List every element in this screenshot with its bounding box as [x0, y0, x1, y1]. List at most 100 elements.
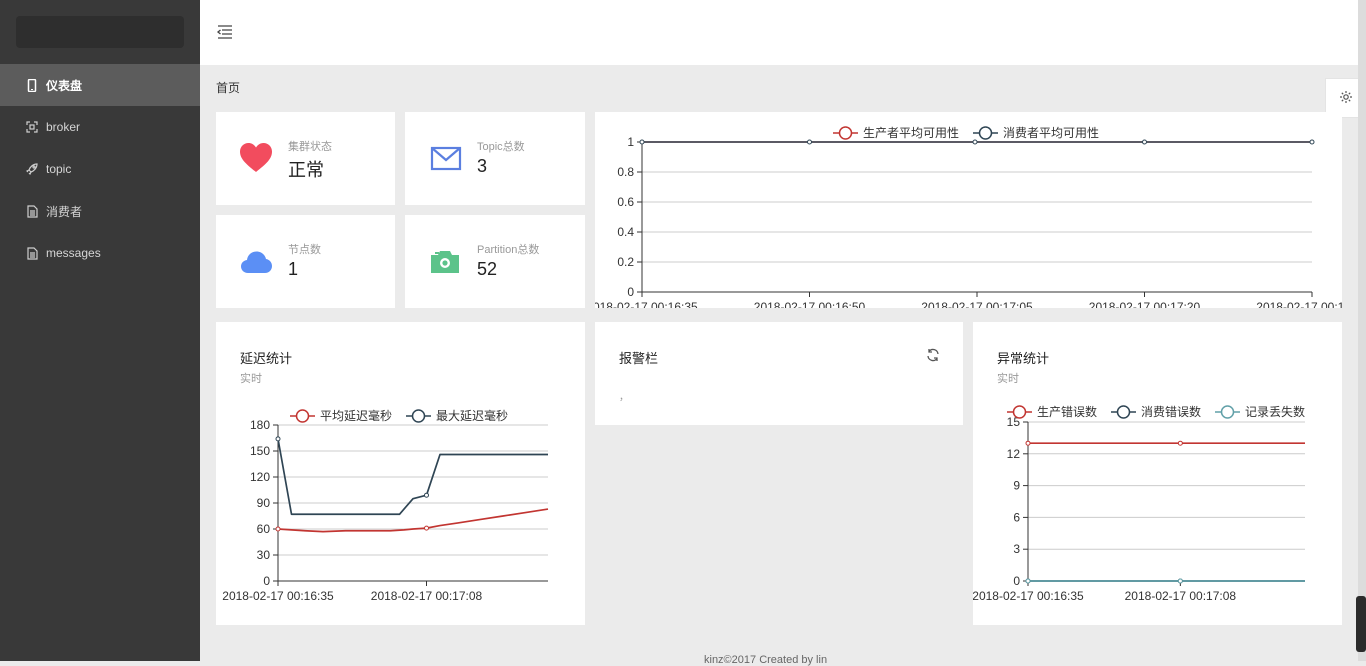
legend-marker — [1012, 405, 1027, 419]
legend-label: 记录丢失数 — [1245, 404, 1305, 419]
sidebar-item-label: 仪表盘 — [46, 78, 83, 93]
scrollbar-thumb[interactable] — [1356, 596, 1366, 652]
logo — [16, 16, 184, 48]
stat-value: 3 — [477, 156, 488, 176]
stat-label: 集群状态 — [288, 141, 332, 153]
delay-chart-card: 延迟统计 实时 0 30 60 90 120 150 180 2018-02-17 00:16… — [216, 322, 585, 625]
x-tick-label: 2018-02-17 00:17:35 — [1256, 300, 1342, 308]
sidebar-item-label: 消费者 — [46, 204, 83, 219]
alert-content: ， — [619, 392, 629, 403]
data-point — [807, 139, 812, 145]
legend-label: 生产者平均可用性 — [863, 126, 959, 140]
legend-marker — [411, 409, 426, 423]
sidebar-item-messages[interactable]: messages — [0, 232, 200, 274]
data-point — [1177, 440, 1183, 446]
stat-label: Partition总数 — [477, 244, 540, 256]
delay-chart: 0 30 60 90 120 150 180 2018-02-17 00:16:35 2018-… — [222, 408, 549, 603]
card-title: 报警栏 — [619, 351, 659, 366]
camera-icon — [427, 243, 463, 279]
x-tick-label: 2018-02-17 00:16:50 — [754, 300, 866, 308]
legend-label: 消费者平均可用性 — [1003, 126, 1099, 140]
y-tick-label: 0.2 — [617, 255, 634, 269]
alert-card: 报警栏 ， — [595, 322, 963, 425]
x-tick-label: 2018-02-17 00:16:35 — [595, 300, 698, 308]
errors-chart: 036912152018-02-17 00:16:35 2018-02-17 00… — [973, 404, 1305, 603]
refresh-icon[interactable] — [926, 348, 940, 365]
y-tick-label: 30 — [257, 548, 271, 562]
x-tick-label: 2018-02-17 00:17:05 — [921, 300, 1033, 308]
legend-marker — [1220, 405, 1235, 419]
stat-value: 1 — [288, 259, 299, 279]
y-tick-label: 180 — [250, 418, 270, 432]
y-tick-label: 90 — [257, 496, 271, 510]
legend-label: 生产错误数 — [1037, 404, 1097, 419]
x-tick-label: 2018-02-17 00:16:35 — [973, 589, 1084, 603]
y-tick-label: 6 — [1013, 510, 1020, 524]
data-point — [639, 139, 645, 145]
scan-icon — [25, 120, 39, 134]
availability-chart-card: 0 0.2 0.4 0.6 0.8 1 2018-02-17 00:16:35 2018-02… — [595, 112, 1342, 308]
x-tick-label: 2018-02-17 00:17:08 — [1125, 589, 1237, 603]
sidebar: 仪表盘 broker topic 消费者 messages — [0, 0, 200, 661]
data-point — [1142, 139, 1147, 145]
y-tick-label: 0.6 — [617, 195, 634, 209]
data-point — [1309, 139, 1315, 145]
stat-card-cluster-status: 集群状态 正常 — [216, 112, 395, 205]
mobile-icon — [25, 78, 39, 92]
footer: kinz©2017 Created by lin — [704, 654, 828, 666]
gear-icon — [1339, 90, 1353, 107]
y-tick-label: 0 — [627, 285, 634, 299]
mail-icon — [427, 140, 463, 176]
sidebar-item-label: messages — [46, 246, 101, 260]
sidebar-item-broker[interactable]: broker — [0, 106, 200, 148]
y-tick-label: 0.4 — [617, 225, 634, 239]
sidebar-item-dashboard[interactable]: 仪表盘 — [0, 64, 200, 106]
menu-fold-icon[interactable] — [216, 23, 234, 41]
cloud-icon — [238, 243, 274, 279]
stat-value: 正常 — [288, 160, 324, 180]
errors-chart-card: 异常统计 实时 0 3 6 9 12 15 2018-02-17 00:16:35 2018-… — [973, 322, 1342, 625]
sidebar-item-label: topic — [46, 162, 72, 176]
sidebar-item-topic[interactable]: topic — [0, 148, 200, 190]
y-tick-label: 12 — [1007, 447, 1021, 461]
data-point — [424, 492, 429, 498]
x-tick-label: 2018-02-17 00:16:35 — [222, 589, 334, 603]
data-point — [275, 526, 281, 532]
data-point — [1025, 440, 1031, 446]
legend-marker — [978, 126, 993, 140]
data-point — [972, 139, 978, 145]
x-tick-label: 2018-02-17 00:17:20 — [1089, 300, 1201, 308]
x-tick-label: 2018-02-17 00:17:08 — [371, 589, 483, 603]
sidebar-item-consumer[interactable]: 消费者 — [0, 190, 200, 232]
y-tick-label: 0 — [263, 574, 270, 588]
scrollbar[interactable] — [1358, 0, 1366, 661]
data-point — [1025, 578, 1031, 584]
availability-chart: 0 0.2 0.4 0.6 0.8 1 2018-02-17 00:16:35 2018-02… — [595, 126, 1342, 308]
breadcrumb[interactable]: 首页 — [216, 79, 240, 96]
stat-label: 节点数 — [288, 244, 321, 256]
series-line — [277, 508, 549, 533]
legend-label: 消费错误数 — [1141, 404, 1201, 419]
y-tick-label: 0.8 — [617, 165, 634, 179]
y-tick-label: 0 — [1013, 574, 1020, 588]
data-point — [275, 436, 281, 442]
stat-card-partition-count: Partition总数 52 — [405, 215, 585, 308]
y-tick-label: 150 — [250, 444, 270, 458]
stat-card-node-count: 节点数 1 — [216, 215, 395, 308]
legend-marker — [838, 126, 853, 140]
y-tick-label: 9 — [1013, 479, 1020, 493]
stat-value: 52 — [477, 259, 498, 279]
sidebar-item-label: broker — [46, 120, 81, 134]
stat-label: Topic总数 — [477, 141, 525, 153]
y-tick-label: 3 — [1013, 542, 1020, 556]
y-tick-label: 120 — [250, 470, 270, 484]
data-point — [424, 525, 429, 531]
legend-label: 平均延迟毫秒 — [320, 408, 392, 423]
rocket-icon — [25, 162, 39, 176]
y-tick-label: 1 — [627, 135, 634, 149]
legend-marker — [1116, 405, 1131, 419]
legend-marker — [295, 409, 310, 423]
stat-card-topic-count: Topic总数 3 — [405, 112, 585, 205]
document-icon — [25, 246, 39, 260]
top-bar — [200, 0, 1358, 65]
